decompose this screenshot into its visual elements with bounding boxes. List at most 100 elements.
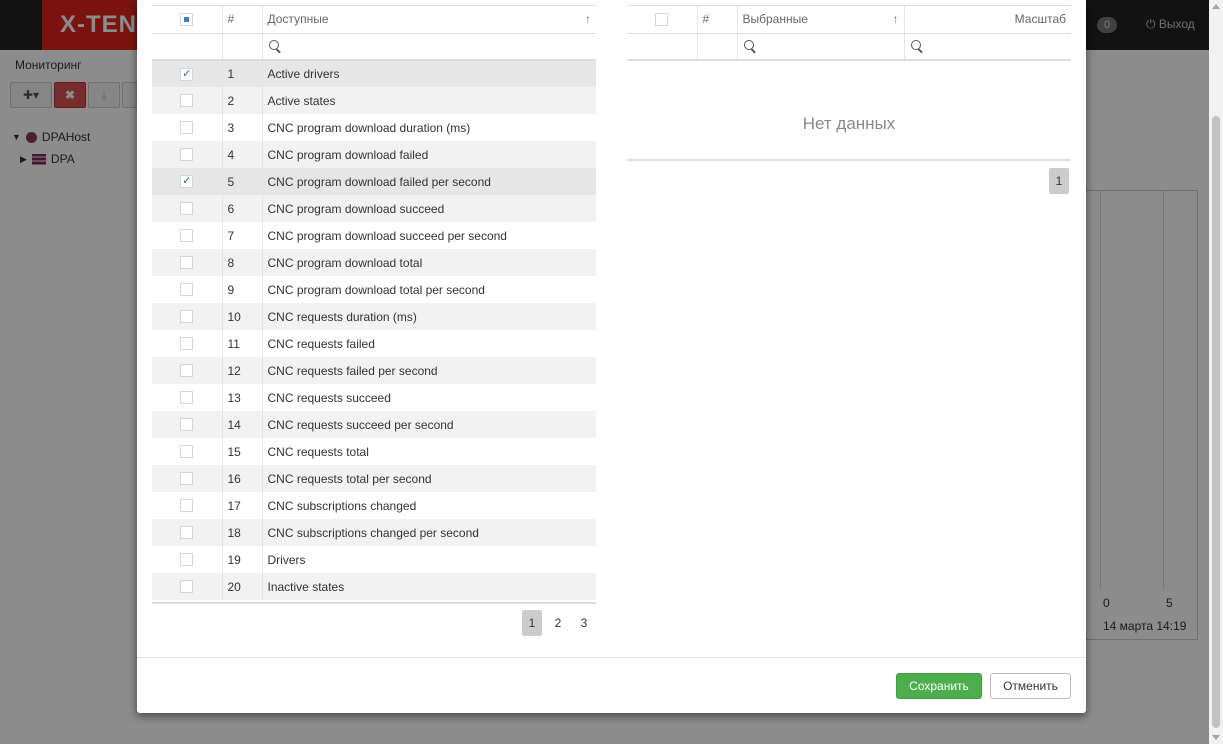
- row-checkbox[interactable]: ✓: [180, 175, 194, 188]
- row-checkbox[interactable]: [180, 553, 194, 566]
- table-row[interactable]: ✓ 5 CNC program download failed per second: [152, 168, 596, 195]
- row-checkbox[interactable]: [180, 283, 194, 296]
- row-checkbox[interactable]: [180, 202, 194, 215]
- filter-cell-empty: [152, 33, 223, 61]
- row-number: 9: [222, 276, 263, 303]
- selected-column-header[interactable]: Выбранные ↑: [737, 6, 905, 34]
- row-metric-name: CNC requests succeed: [267, 390, 391, 405]
- row-number: 18: [222, 519, 263, 546]
- row-checkbox[interactable]: [180, 391, 194, 404]
- row-number: 10: [222, 303, 263, 330]
- table-row[interactable]: 14 CNC requests succeed per second: [152, 411, 596, 438]
- page-button[interactable]: 2: [548, 610, 568, 636]
- selected-filter-input[interactable]: [737, 33, 905, 61]
- table-row[interactable]: ✓ 1 Active drivers: [152, 60, 596, 87]
- row-checkbox[interactable]: [180, 256, 194, 269]
- column-header-label: Масштаб: [1014, 12, 1066, 27]
- row-checkbox[interactable]: [180, 337, 194, 350]
- row-number: 16: [222, 465, 263, 492]
- search-icon: [268, 40, 279, 51]
- table-row[interactable]: 2 Active states: [152, 87, 596, 114]
- number-column-header[interactable]: #: [697, 6, 738, 34]
- table-row[interactable]: 18 CNC subscriptions changed per second: [152, 519, 596, 546]
- filter-cell-empty: [222, 33, 263, 61]
- select-all-cell: [627, 6, 698, 34]
- row-checkbox-cell: [152, 438, 223, 465]
- column-header-label: Выбранные: [742, 12, 808, 27]
- row-number: 8: [222, 249, 263, 276]
- row-checkbox-cell: [152, 114, 223, 141]
- checkmark-icon: ✓: [182, 67, 192, 80]
- table-row[interactable]: 7 CNC program download succeed per second: [152, 222, 596, 249]
- table-row[interactable]: 10 CNC requests duration (ms): [152, 303, 596, 330]
- table-row[interactable]: 16 CNC requests total per second: [152, 465, 596, 492]
- cancel-button[interactable]: Отменить: [990, 673, 1071, 699]
- row-checkbox[interactable]: [180, 418, 194, 431]
- table-row[interactable]: 6 CNC program download succeed: [152, 195, 596, 222]
- row-checkbox[interactable]: [180, 310, 194, 323]
- row-checkbox[interactable]: [180, 148, 194, 161]
- available-filter-input[interactable]: [262, 33, 596, 61]
- table-row[interactable]: 9 CNC program download total per second: [152, 276, 596, 303]
- table-row[interactable]: 17 CNC subscriptions changed: [152, 492, 596, 519]
- select-all-checkbox[interactable]: [180, 12, 194, 26]
- available-grid-body: ✓ 1 Active drivers 2 Active states 3 CNC progr…: [152, 60, 596, 600]
- row-checkbox[interactable]: [180, 94, 194, 107]
- row-checkbox-cell: [152, 384, 223, 411]
- row-number: 11: [222, 330, 263, 357]
- row-checkbox[interactable]: [180, 229, 194, 242]
- page-button[interactable]: 1: [1049, 168, 1069, 194]
- row-metric-name: CNC requests failed per second: [267, 363, 438, 378]
- table-row[interactable]: 11 CNC requests failed: [152, 330, 596, 357]
- row-number: 12: [222, 357, 263, 384]
- page-scrollbar[interactable]: [1209, 0, 1223, 744]
- row-checkbox[interactable]: [180, 499, 194, 512]
- table-row[interactable]: 20 Inactive states: [152, 573, 596, 600]
- table-row[interactable]: 8 CNC program download total: [152, 249, 596, 276]
- row-metric-name: Active states: [267, 93, 336, 108]
- scale-column-header[interactable]: Масштаб: [904, 6, 1071, 34]
- grid-filter-row: [627, 33, 1071, 61]
- filter-cell-empty: [627, 33, 698, 61]
- row-checkbox[interactable]: ✓: [180, 67, 194, 81]
- table-row[interactable]: 13 CNC requests succeed: [152, 384, 596, 411]
- row-checkbox-cell: [152, 330, 223, 357]
- table-row[interactable]: 12 CNC requests failed per second: [152, 357, 596, 384]
- row-checkbox[interactable]: [180, 364, 194, 377]
- row-checkbox[interactable]: [180, 472, 194, 485]
- scale-filter-input[interactable]: [904, 33, 1071, 61]
- row-checkbox[interactable]: [180, 121, 194, 134]
- row-checkbox-cell: ✓: [152, 168, 223, 195]
- table-row[interactable]: 3 CNC program download duration (ms): [152, 114, 596, 141]
- row-number: 5: [222, 168, 263, 195]
- search-icon: [743, 40, 754, 51]
- sort-asc-icon[interactable]: ↑: [893, 12, 899, 26]
- save-button[interactable]: Сохранить: [896, 673, 982, 699]
- table-row[interactable]: 4 CNC program download failed: [152, 141, 596, 168]
- sort-asc-icon[interactable]: ↑: [585, 12, 591, 26]
- search-icon: [910, 40, 921, 51]
- select-all-checkbox[interactable]: [655, 12, 669, 26]
- table-row[interactable]: 15 CNC requests total: [152, 438, 596, 465]
- row-metric-name: CNC requests failed: [267, 336, 375, 351]
- empty-state-text: Нет данных: [802, 114, 896, 133]
- row-number: 14: [222, 411, 263, 438]
- row-number: 6: [222, 195, 263, 222]
- row-checkbox[interactable]: [180, 580, 194, 593]
- row-number: 4: [222, 141, 263, 168]
- table-row[interactable]: 19 Drivers: [152, 546, 596, 573]
- row-checkbox[interactable]: [180, 526, 194, 539]
- row-metric-name: CNC program download total: [267, 255, 423, 270]
- available-column-header[interactable]: Доступные ↑: [262, 6, 596, 34]
- number-column-header[interactable]: #: [222, 6, 263, 34]
- page-button[interactable]: 3: [574, 610, 594, 636]
- row-checkbox[interactable]: [180, 445, 194, 458]
- scroll-down-icon[interactable]: [1212, 735, 1220, 740]
- scroll-up-icon[interactable]: [1212, 4, 1220, 9]
- row-checkbox-cell: [152, 573, 223, 600]
- row-number: 7: [222, 222, 263, 249]
- page-button[interactable]: 1: [522, 610, 542, 636]
- row-number: 15: [222, 438, 263, 465]
- scrollbar-thumb[interactable]: [1212, 116, 1220, 728]
- row-metric-name: CNC requests total per second: [267, 471, 432, 486]
